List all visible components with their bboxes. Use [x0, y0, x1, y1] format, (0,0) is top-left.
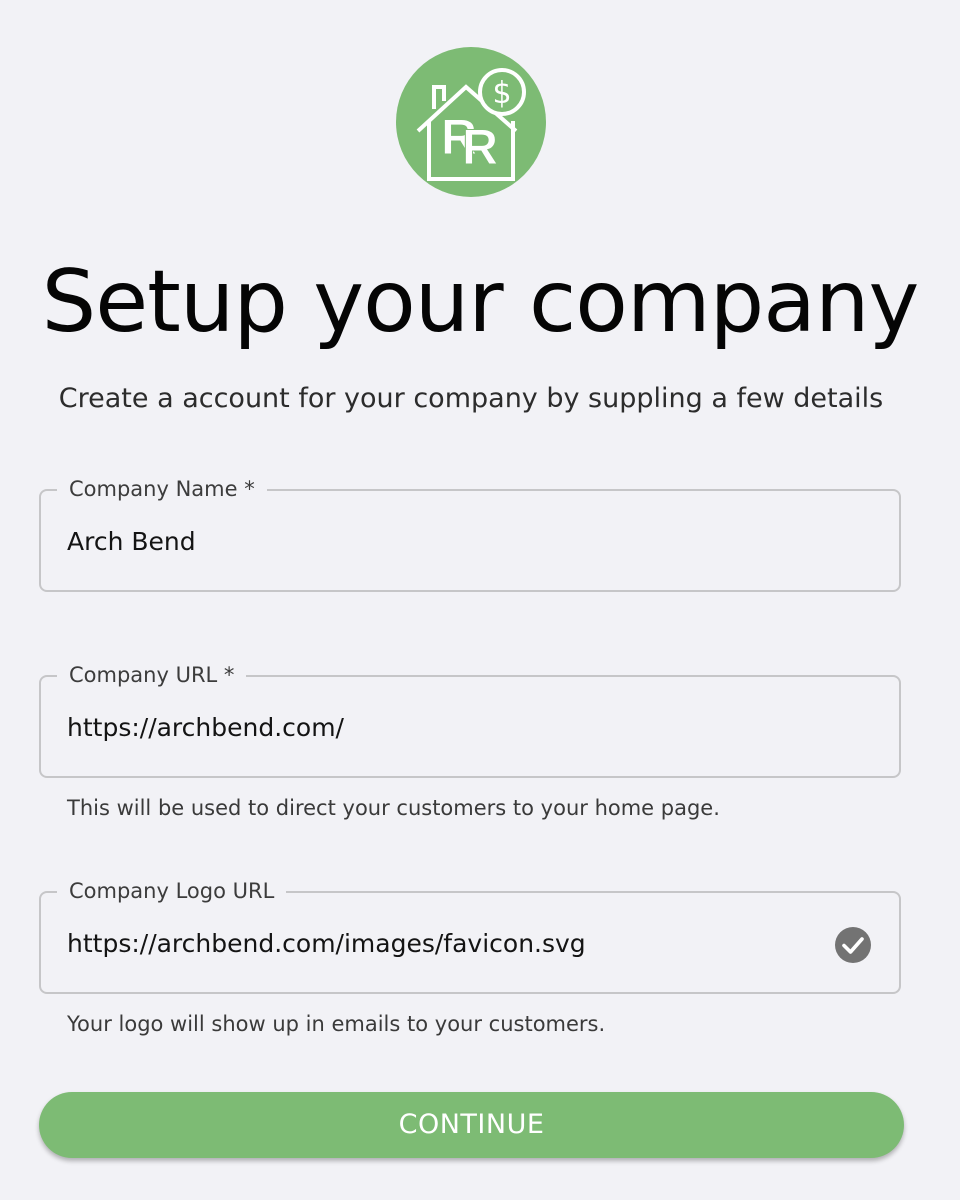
company-url-helper: This will be used to direct your custome…: [67, 796, 720, 820]
company-url-input[interactable]: [67, 709, 827, 747]
company-logo-url-helper: Your logo will show up in emails to your…: [67, 1012, 606, 1036]
check-circle-icon: [835, 927, 871, 963]
company-url-field[interactable]: Company URL *: [39, 661, 901, 778]
page-subtitle: Create a account for your company by sup…: [58, 383, 884, 414]
company-logo: $ R R: [396, 47, 546, 197]
company-url-label: Company URL *: [57, 661, 247, 689]
page-title: Setup your company: [41, 252, 920, 352]
company-logo-url-input[interactable]: [67, 925, 827, 963]
company-logo-url-label: Company Logo URL: [57, 877, 287, 905]
logo-monogram: R R: [396, 47, 546, 197]
continue-button[interactable]: CONTINUE: [39, 1092, 904, 1158]
company-logo-url-field[interactable]: Company Logo URL: [39, 877, 901, 994]
company-name-input[interactable]: [67, 523, 827, 561]
company-name-field[interactable]: Company Name *: [39, 475, 901, 592]
company-name-label: Company Name *: [57, 475, 267, 503]
logo-letter-r: R: [461, 119, 499, 175]
